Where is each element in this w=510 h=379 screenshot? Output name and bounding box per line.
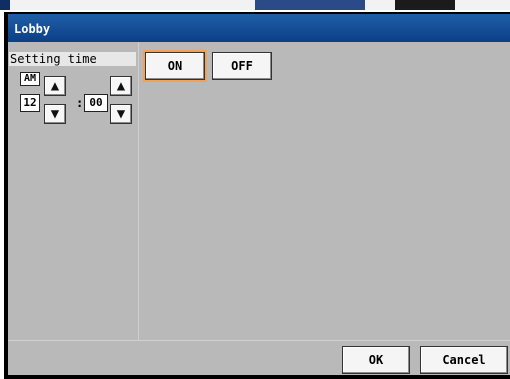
background-segment: [0, 0, 10, 10]
hour-up-button[interactable]: ▲: [44, 76, 66, 96]
up-arrow-icon: ▲: [50, 78, 60, 94]
minute-down-button[interactable]: ▼: [110, 104, 132, 124]
down-arrow-icon: ▼: [50, 106, 60, 122]
hour-down-button[interactable]: ▼: [44, 104, 66, 124]
window-title: Lobby: [14, 22, 51, 36]
background-segment: [255, 0, 365, 10]
on-button[interactable]: ON: [143, 50, 207, 82]
minute-value: 00: [84, 94, 108, 112]
background-segment: [395, 0, 455, 10]
up-arrow-icon: ▲: [116, 78, 126, 94]
footer-divider: [8, 340, 510, 341]
background-top-strip: [0, 0, 510, 10]
ok-button[interactable]: OK: [342, 346, 410, 374]
off-button[interactable]: OFF: [212, 52, 272, 80]
minute-up-button[interactable]: ▲: [110, 76, 132, 96]
down-arrow-icon: ▼: [116, 106, 126, 122]
time-separator: :: [76, 96, 84, 110]
setting-time-label: Setting time: [9, 52, 136, 66]
hour-value: 12: [20, 94, 40, 112]
cancel-button[interactable]: Cancel: [420, 346, 508, 374]
title-bar: Lobby: [8, 14, 510, 42]
ampm-indicator: AM: [20, 72, 40, 86]
